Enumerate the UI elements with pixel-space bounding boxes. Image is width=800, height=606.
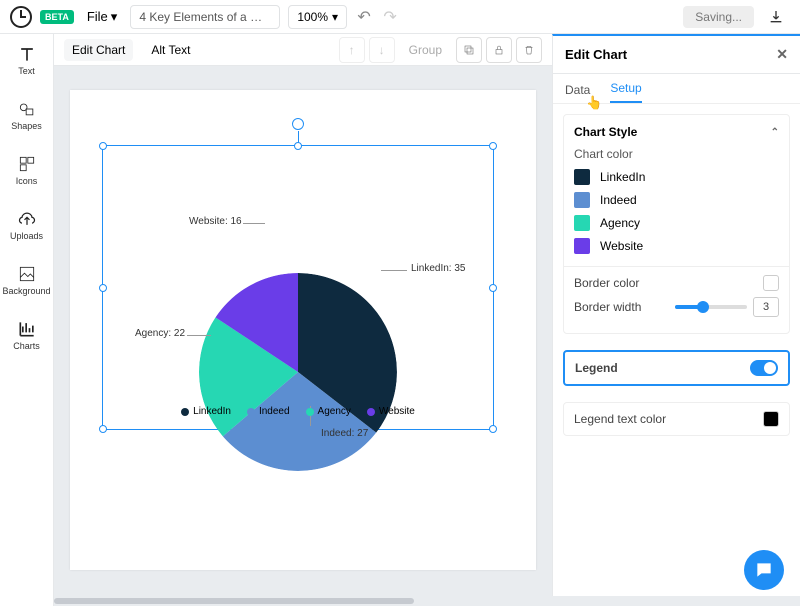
icons-icon xyxy=(17,154,37,174)
horizontal-scrollbar[interactable] xyxy=(54,596,800,606)
legend-section: Legend xyxy=(563,350,790,386)
chat-button[interactable] xyxy=(744,550,784,590)
zoom-select[interactable]: 100% ▾ xyxy=(288,5,347,29)
panel-title: Edit Chart xyxy=(565,47,627,62)
tool-shapes[interactable]: Shapes xyxy=(3,99,51,139)
alt-text-tab[interactable]: Alt Text xyxy=(143,39,198,61)
close-panel-button[interactable]: ✕ xyxy=(776,46,788,63)
copy-icon xyxy=(463,44,475,56)
tab-setup[interactable]: Setup xyxy=(610,81,641,103)
legend-item: LinkedIn xyxy=(181,406,231,417)
resize-handle[interactable] xyxy=(294,142,302,150)
chevron-down-icon: ▾ xyxy=(111,9,118,25)
edit-chart-tab[interactable]: Edit Chart xyxy=(64,39,133,61)
lock-icon xyxy=(493,44,505,56)
legend-label: Legend xyxy=(575,361,618,375)
bring-forward-button[interactable]: ↑ xyxy=(339,37,365,63)
canvas[interactable]: LinkedIn: 35 Indeed: 27 Agency: 22 Websi… xyxy=(54,66,552,606)
topbar: BETA File ▾ 4 Key Elements of a Micr... … xyxy=(0,0,800,34)
pie-chart[interactable] xyxy=(199,273,397,471)
download-button[interactable] xyxy=(762,3,790,31)
page[interactable]: LinkedIn: 35 Indeed: 27 Agency: 22 Websi… xyxy=(70,90,536,570)
tool-background[interactable]: Background xyxy=(3,264,51,304)
zoom-value: 100% xyxy=(297,10,328,24)
file-menu-label: File xyxy=(87,9,108,24)
series-color-linkedin[interactable]: LinkedIn xyxy=(574,167,779,187)
app-logo xyxy=(10,6,32,28)
series-color-agency[interactable]: Agency xyxy=(574,213,779,233)
chart-style-section: Chart Style ⌃ Chart color LinkedIn Indee… xyxy=(563,114,790,334)
left-toolbar: Text Shapes Icons Uploads Background Cha… xyxy=(0,34,54,606)
legend-item: Website xyxy=(367,406,415,417)
chevron-down-icon: ▾ xyxy=(332,10,338,24)
background-icon xyxy=(17,264,37,284)
chart-subtoolbar: Edit Chart Alt Text ↑ ↓ Group xyxy=(54,34,552,66)
chat-icon xyxy=(754,560,774,580)
redo-button[interactable]: ↷ xyxy=(381,8,399,26)
border-color-swatch[interactable] xyxy=(763,275,779,291)
border-width-value[interactable]: 3 xyxy=(753,297,779,317)
trash-icon xyxy=(523,44,535,56)
resize-handle[interactable] xyxy=(99,284,107,292)
download-icon xyxy=(768,9,784,25)
document-name[interactable]: 4 Key Elements of a Micr... xyxy=(130,5,280,29)
saving-status: Saving... xyxy=(683,6,754,28)
series-color-website[interactable]: Website xyxy=(574,236,779,256)
selection-box[interactable]: LinkedIn: 35 Indeed: 27 Agency: 22 Websi… xyxy=(102,145,494,430)
chart-legend: LinkedIn Indeed Agency Website xyxy=(103,406,493,417)
file-menu[interactable]: File ▾ xyxy=(82,6,122,28)
border-width-slider[interactable] xyxy=(675,305,747,309)
border-width-label: Border width xyxy=(574,300,641,314)
section-title: Chart Style xyxy=(574,125,637,139)
tool-icons[interactable]: Icons xyxy=(3,154,51,194)
data-label-website: Website: 16 xyxy=(189,216,242,227)
group-button[interactable]: Group xyxy=(405,43,446,57)
copy-button[interactable] xyxy=(456,37,482,63)
chevron-up-icon[interactable]: ⌃ xyxy=(771,127,779,138)
data-label-indeed: Indeed: 27 xyxy=(321,428,368,439)
send-backward-button[interactable]: ↓ xyxy=(369,37,395,63)
tool-text[interactable]: Text xyxy=(3,44,51,84)
data-label-linkedin: LinkedIn: 35 xyxy=(411,263,466,274)
resize-handle[interactable] xyxy=(99,425,107,433)
resize-handle[interactable] xyxy=(489,284,497,292)
resize-handle[interactable] xyxy=(489,142,497,150)
legend-text-color-swatch[interactable] xyxy=(763,411,779,427)
legend-toggle[interactable] xyxy=(750,360,778,376)
beta-badge: BETA xyxy=(40,10,74,24)
legend-item: Indeed xyxy=(247,406,290,417)
tool-uploads[interactable]: Uploads xyxy=(3,209,51,249)
legend-item: Agency xyxy=(306,406,351,417)
undo-button[interactable]: ↶ xyxy=(355,8,373,26)
cursor-icon: 👆 xyxy=(586,95,602,111)
edit-chart-panel: Edit Chart ✕ Data Setup Chart Style ⌃ Ch… xyxy=(552,34,800,606)
lock-button[interactable] xyxy=(486,37,512,63)
legend-text-color-label: Legend text color xyxy=(574,412,666,426)
border-color-label: Border color xyxy=(574,276,639,290)
series-color-indeed[interactable]: Indeed xyxy=(574,190,779,210)
data-label-agency: Agency: 22 xyxy=(135,328,185,339)
resize-handle[interactable] xyxy=(99,142,107,150)
charts-icon xyxy=(17,319,37,339)
upload-icon xyxy=(17,209,37,229)
shapes-icon xyxy=(17,99,37,119)
resize-handle[interactable] xyxy=(489,425,497,433)
legend-text-color-section: Legend text color xyxy=(563,402,790,436)
text-icon xyxy=(17,44,37,64)
rotate-handle[interactable] xyxy=(292,118,304,130)
chart-color-label: Chart color xyxy=(574,147,779,161)
tool-charts[interactable]: Charts xyxy=(3,319,51,359)
delete-button[interactable] xyxy=(516,37,542,63)
